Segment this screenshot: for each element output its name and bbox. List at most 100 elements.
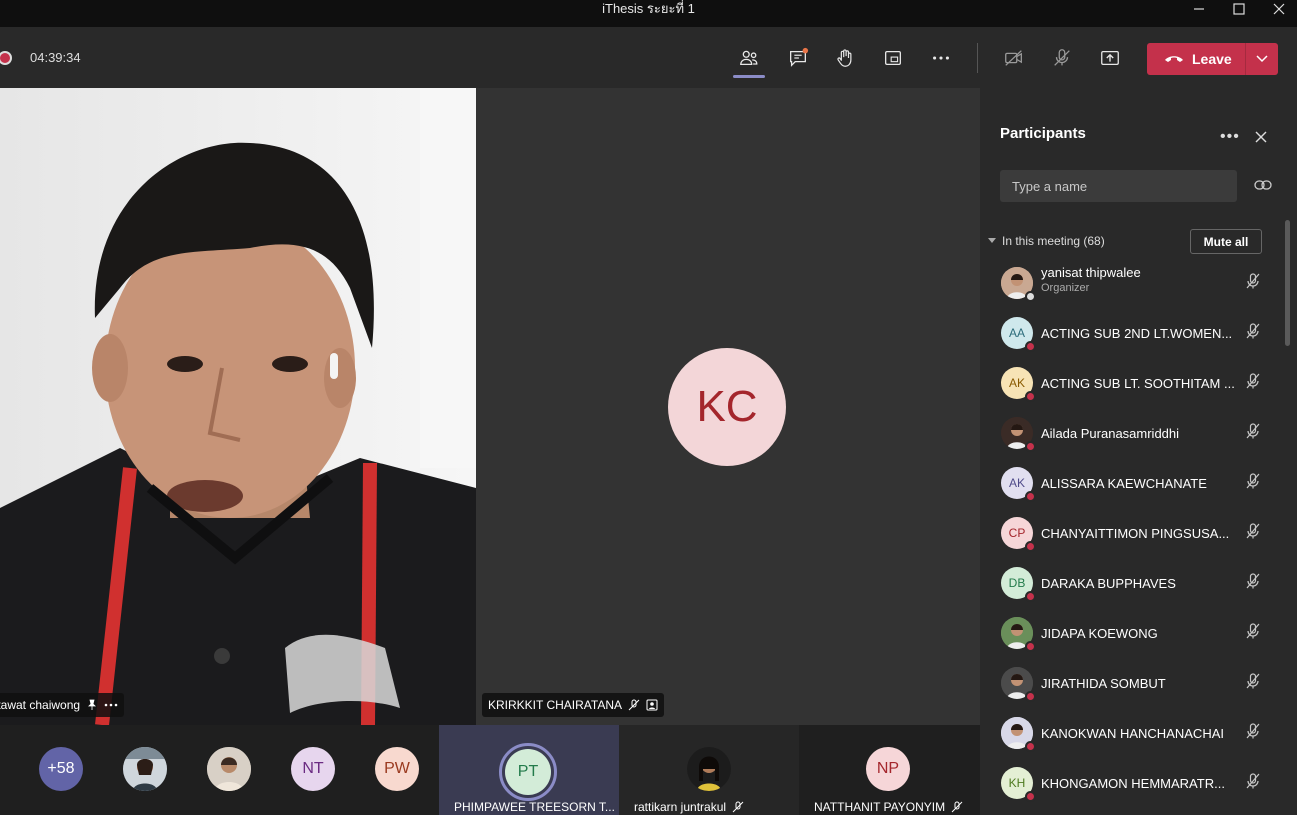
participant-name: ACTING SUB 2ND LT.WOMEN... [1041, 325, 1233, 341]
participant-row[interactable]: KANOKWAN HANCHANACHAI [980, 708, 1280, 758]
participant-name: JIRATHIDA SOMBUT [1041, 675, 1166, 691]
search-input[interactable] [1000, 170, 1237, 202]
presenter-icon [646, 699, 658, 711]
overflow-participants-button[interactable]: +58 [39, 747, 83, 791]
avatar: AA [1001, 317, 1036, 352]
avatar [1001, 417, 1036, 452]
mic-off-icon[interactable] [1244, 722, 1262, 745]
participant-row[interactable]: JIDAPA KOEWONG [980, 608, 1280, 658]
participant-text: JIDAPA KOEWONG [1041, 626, 1241, 641]
pt-name: PHIMPAWEE TREESORN T... [454, 800, 615, 814]
avatar: AK [1001, 367, 1036, 402]
panel-scrollbar[interactable] [1285, 220, 1290, 346]
pin-icon [88, 699, 97, 710]
section-label: In this meeting (68) [1002, 234, 1105, 248]
chevron-down-icon [988, 238, 996, 243]
participant-name: ALISSARA KAEWCHANATE [1041, 475, 1207, 491]
share-screen-icon[interactable] [1097, 45, 1123, 71]
mic-off-icon[interactable] [1244, 772, 1262, 795]
camera-off-icon[interactable] [1001, 45, 1027, 71]
avatar[interactable]: NT [291, 747, 335, 791]
view-layout-icon[interactable] [880, 45, 906, 71]
avatar-initials: KH [1008, 776, 1026, 790]
mic-off-icon [732, 801, 744, 813]
participant-role: Organizer [1041, 282, 1090, 294]
title-bar: iThesis ระยะที่ 1 [0, 0, 1297, 27]
close-icon[interactable] [1255, 130, 1267, 148]
mic-off-icon[interactable] [1244, 372, 1262, 395]
more-actions-icon[interactable] [928, 45, 954, 71]
mic-off-icon[interactable] [1244, 472, 1262, 495]
toolbar-divider [977, 43, 978, 73]
avatar: DB [1001, 567, 1036, 602]
leave-options-chevron-icon[interactable] [1246, 43, 1278, 75]
participant-row[interactable]: yanisat thipwalee Organizer [980, 258, 1280, 308]
status-badge [1025, 441, 1036, 452]
participant-row[interactable]: JIRATHIDA SOMBUT [980, 658, 1280, 708]
participant-row[interactable]: AK ALISSARA KAEWCHANATE [980, 458, 1280, 508]
participant-tile-kc[interactable]: KC KRIRKKIT CHAIRATANA [476, 88, 980, 725]
avatar-initials: AK [1008, 376, 1025, 390]
avatar[interactable] [123, 747, 167, 791]
status-badge [1025, 691, 1036, 702]
leave-main-button[interactable]: Leave [1147, 43, 1245, 75]
meeting-toolbar: 04:39:34 Leave [0, 27, 1297, 88]
mute-all-button[interactable]: Mute all [1190, 229, 1262, 254]
participant-row[interactable]: AA ACTING SUB 2ND LT.WOMEN... [980, 308, 1280, 358]
mic-off-icon[interactable] [1244, 672, 1262, 695]
main-video-name: ttawat chaiwong [0, 698, 81, 712]
close-window-icon[interactable] [1264, 0, 1294, 18]
mic-off-icon[interactable] [1244, 272, 1262, 295]
avatar [1001, 267, 1036, 302]
avatar-initials: DB [1008, 576, 1026, 590]
participant-text: CHANYAITTIMON PINGSUSA... [1041, 526, 1241, 541]
recording-icon [0, 51, 12, 65]
avatar[interactable] [207, 747, 251, 791]
mic-off-icon[interactable] [1049, 45, 1075, 71]
mic-off-icon[interactable] [1244, 422, 1262, 445]
participant-text: KANOKWAN HANCHANACHAI [1041, 726, 1241, 741]
participant-tile-rattikarn[interactable]: rattikarn juntrakul [619, 725, 799, 815]
participant-row[interactable]: DB DARAKA BUPPHAVES [980, 558, 1280, 608]
speaking-ring: PT [499, 743, 557, 801]
participant-row[interactable]: KH KHONGAMON HEMMARATR... [980, 758, 1280, 808]
panel-title: Participants [1000, 125, 1086, 142]
active-tab-indicator [733, 75, 765, 78]
share-invite-link-icon[interactable] [1254, 178, 1272, 197]
avatar-initials: AK [1008, 476, 1025, 490]
np-name: NATTHANIT PAYONYIM [814, 800, 946, 814]
mic-off-icon[interactable] [1244, 322, 1262, 345]
avatar[interactable]: PW [375, 747, 419, 791]
kc-name: KRIRKKIT CHAIRATANA [488, 698, 623, 712]
raise-hand-icon[interactable] [832, 45, 858, 71]
participant-tile-pt[interactable]: PT PHIMPAWEE TREESORN T... [439, 725, 619, 815]
avatar-initials: CP [1008, 526, 1026, 540]
kc-name-tag: KRIRKKIT CHAIRATANA [482, 693, 665, 717]
avatar: KH [1001, 767, 1036, 802]
window-title: iThesis ระยะที่ 1 [602, 1, 695, 16]
status-badge [1025, 391, 1036, 402]
status-badge [1025, 491, 1036, 502]
in-meeting-section[interactable]: In this meeting (68) [988, 234, 1105, 248]
mic-off-icon[interactable] [1244, 522, 1262, 545]
main-video-tile[interactable]: ttawat chaiwong [0, 88, 476, 725]
participant-name: CHANYAITTIMON PINGSUSA... [1041, 525, 1230, 541]
panel-more-icon[interactable]: ••• [1220, 128, 1240, 146]
mic-off-icon[interactable] [1244, 622, 1262, 645]
more-options-icon[interactable] [104, 699, 118, 711]
participant-row[interactable]: AK ACTING SUB LT. SOOTHITAM ... [980, 358, 1280, 408]
minimize-icon[interactable] [1184, 0, 1214, 18]
mic-off-icon[interactable] [1244, 572, 1262, 595]
participant-strip: +58 NT PW PT PHIMPAWEE TREESORN T... rat… [0, 725, 980, 815]
leave-label: Leave [1192, 51, 1232, 67]
avatar-initials: AA [1008, 326, 1025, 340]
participant-text: DARAKA BUPPHAVES [1041, 576, 1241, 591]
participants-icon[interactable] [736, 45, 762, 71]
participant-row[interactable]: CP CHANYAITTIMON PINGSUSA... [980, 508, 1280, 558]
participant-row[interactable]: Ailada Puranasamriddhi [980, 408, 1280, 458]
participant-tile-np[interactable]: NP NATTHANIT PAYONYIM [799, 725, 980, 815]
maximize-icon[interactable] [1224, 0, 1254, 18]
chat-icon[interactable] [785, 45, 811, 71]
leave-button[interactable]: Leave [1147, 43, 1278, 75]
mic-off-icon [628, 699, 640, 711]
